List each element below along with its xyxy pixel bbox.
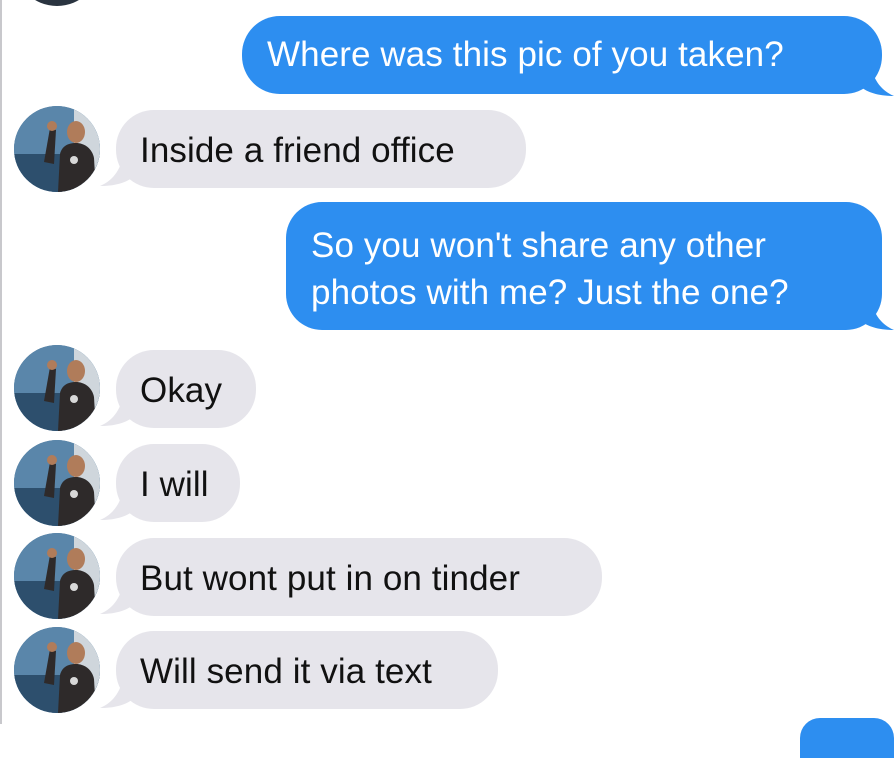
contact-photo-icon	[14, 533, 100, 619]
outgoing-bubble-tail	[860, 294, 894, 330]
outgoing-message-bubble[interactable]: Where was this pic of you taken?	[242, 16, 882, 94]
outgoing-bubble-tail	[860, 60, 894, 96]
next-outgoing-bubble-partial	[800, 718, 894, 758]
contact-photo-icon	[14, 627, 100, 713]
message-text: Okay	[140, 371, 223, 410]
contact-avatar[interactable]	[14, 440, 100, 526]
message-text: Inside a friend office	[140, 131, 455, 170]
contact-avatar[interactable]	[14, 345, 100, 431]
incoming-message-bubble[interactable]: Inside a friend office	[116, 110, 526, 188]
message-text-line: So you won't share any other	[311, 226, 767, 265]
incoming-message-bubble[interactable]: Will send it via text	[116, 631, 498, 709]
contact-avatar[interactable]	[14, 533, 100, 619]
message-text: I will	[140, 465, 209, 504]
contact-photo-icon	[14, 106, 100, 192]
screen-edge-divider	[0, 0, 2, 724]
previous-avatar-partial	[14, 0, 100, 6]
contact-avatar[interactable]	[14, 627, 100, 713]
incoming-message-bubble[interactable]: But wont put in on tinder	[116, 538, 602, 616]
message-text: Where was this pic of you taken?	[267, 35, 784, 74]
incoming-message-bubble[interactable]: Okay	[116, 350, 256, 428]
message-text: Will send it via text	[140, 652, 432, 691]
contact-photo-icon	[14, 440, 100, 526]
message-text: But wont put in on tinder	[140, 559, 520, 598]
incoming-message-bubble[interactable]: I will	[116, 444, 240, 522]
contact-avatar[interactable]	[14, 106, 100, 192]
contact-photo-icon	[14, 345, 100, 431]
outgoing-message-bubble[interactable]: So you won't share any other photos with…	[286, 202, 882, 330]
message-text-line: photos with me? Just the one?	[311, 273, 789, 312]
